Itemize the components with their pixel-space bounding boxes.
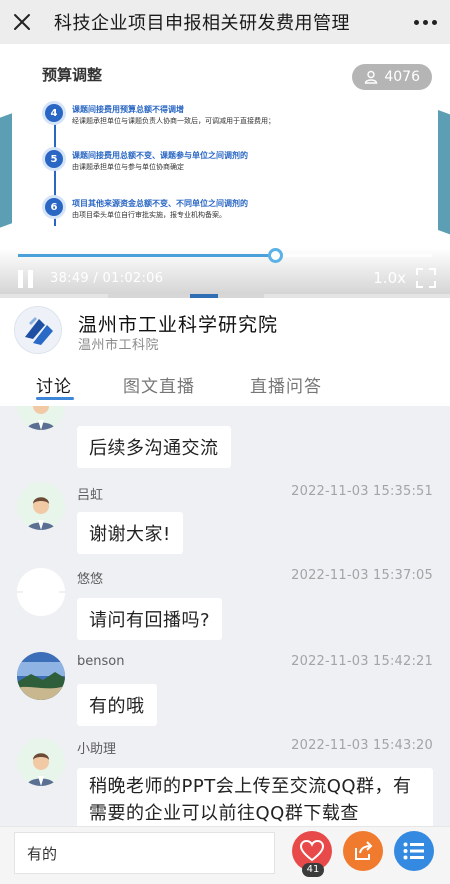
slide-item: 4 课题间接费用预算总额不得调增 经课题承担单位与课题负责人协商一致后，可调减用… [45, 104, 275, 127]
organizer-header: 温州市工业科学研究院 温州市工科院 [0, 298, 450, 360]
message-author: 小助理 [77, 742, 117, 757]
slide-item-heading: 课题间接费用总额不变、课题参与单位之间调剂的 [72, 151, 248, 160]
user-avatar[interactable] [17, 652, 65, 700]
viewer-count-badge: 4076 [352, 64, 432, 90]
menu-button[interactable] [394, 831, 434, 871]
message-bubble: 请问有回播吗? [77, 598, 223, 640]
landscape-avatar-icon [17, 652, 65, 700]
slide-item-number: 6 [45, 198, 63, 216]
default-avatar-icon [17, 738, 65, 786]
slide-item-heading: 课题间接费用预算总额不得调增 [72, 105, 184, 114]
slide-item: 5 课题间接费用总额不变、课题参与单位之间调剂的 由课题承担单位与参与单位协商确… [45, 150, 248, 173]
blank-avatar-icon [17, 568, 65, 616]
tab-qa[interactable]: 直播问答 [250, 372, 322, 397]
fullscreen-button[interactable] [416, 268, 436, 288]
tab-text-live[interactable]: 图文直播 [123, 372, 195, 397]
slide-item: 6 项目其他来源资金总额不变、不同单位之间调剂的 由项目牵头单位自行审批实施，报… [45, 198, 248, 221]
share-icon [355, 841, 373, 860]
user-avatar[interactable] [17, 482, 65, 530]
slide-item-desc: 由课题承担单位与参与单位协商确定 [72, 163, 184, 171]
pause-icon [18, 270, 23, 288]
chat-list[interactable]: 后续多沟通交流 吕虹 2022-11-03 15:35:51 谢谢大家! 悠悠 … [0, 406, 450, 826]
page-title: 科技企业项目申报相关研发费用管理 [54, 13, 350, 34]
close-button[interactable] [0, 0, 44, 44]
user-avatar[interactable] [17, 406, 65, 430]
message-time: 2022-11-03 15:35:51 [291, 484, 433, 499]
video-player[interactable]: 预算调整 4 课题间接费用预算总额不得调增 经课题承担单位与课题负责人协商一致后… [0, 44, 450, 298]
message-bubble: 后续多沟通交流 [77, 426, 231, 468]
slide-item-desc: 经课题承担单位与课题负责人协商一致后，可调减用于直接费用； [72, 117, 275, 125]
message-bubble: 稍晚老师的PPT会上传至交流QQ群，有需要的企业可以前往QQ群下载查 [77, 768, 433, 826]
playback-time: 38:49 / 01:02:06 [50, 271, 164, 286]
person-icon [365, 70, 378, 84]
progress-handle[interactable] [268, 248, 283, 263]
slide-decoration-left [0, 113, 12, 233]
playback-speed-button[interactable]: 1.0x [373, 269, 406, 287]
user-avatar[interactable] [17, 738, 65, 786]
more-dots-icon [413, 19, 419, 25]
list-icon [403, 842, 424, 860]
organizer-short-name: 温州市工科院 [78, 338, 160, 353]
comment-input[interactable]: 有的 [14, 832, 275, 874]
logo-icon [25, 317, 53, 345]
viewer-count: 4076 [384, 69, 420, 85]
slide-item-number: 5 [45, 150, 63, 168]
heart-icon [300, 840, 324, 862]
organizer-name[interactable]: 温州市工业科学研究院 [78, 310, 278, 337]
share-button[interactable] [343, 831, 383, 871]
progress-fill [18, 254, 275, 257]
default-avatar-icon [17, 482, 65, 530]
tab-bar: 讨论 图文直播 直播问答 [0, 362, 450, 406]
tab-discussion[interactable]: 讨论 [36, 372, 72, 397]
like-count: 41 [302, 863, 324, 877]
message-author: benson [77, 654, 125, 669]
organizer-logo[interactable] [14, 306, 62, 354]
slide-title: 预算调整 [42, 66, 103, 84]
message-time: 2022-11-03 15:43:20 [291, 738, 433, 753]
default-avatar-icon [17, 406, 65, 430]
message-author: 悠悠 [77, 572, 104, 587]
message-time: 2022-11-03 15:37:05 [291, 568, 433, 583]
fullscreen-icon [416, 268, 436, 288]
composer-bar: 有的 41 [0, 826, 450, 884]
slide-item-heading: 项目其他来源资金总额不变、不同单位之间调剂的 [72, 199, 248, 208]
slide-item-desc: 由项目牵头单位自行审批实施，报专业机构备案。 [72, 211, 226, 219]
message-bubble: 有的哦 [77, 684, 157, 726]
message-bubble: 谢谢大家! [77, 512, 183, 554]
close-icon [14, 14, 30, 30]
pause-button[interactable] [18, 270, 36, 288]
active-tab-indicator [36, 397, 74, 400]
slide-decoration-right [438, 109, 450, 239]
more-button[interactable] [400, 0, 450, 44]
message-author: 吕虹 [77, 488, 104, 503]
message-time: 2022-11-03 15:42:21 [291, 654, 433, 669]
user-avatar[interactable] [17, 568, 65, 616]
slide-item-number: 4 [45, 104, 63, 122]
title-bar: 科技企业项目申报相关研发费用管理 [0, 0, 450, 44]
